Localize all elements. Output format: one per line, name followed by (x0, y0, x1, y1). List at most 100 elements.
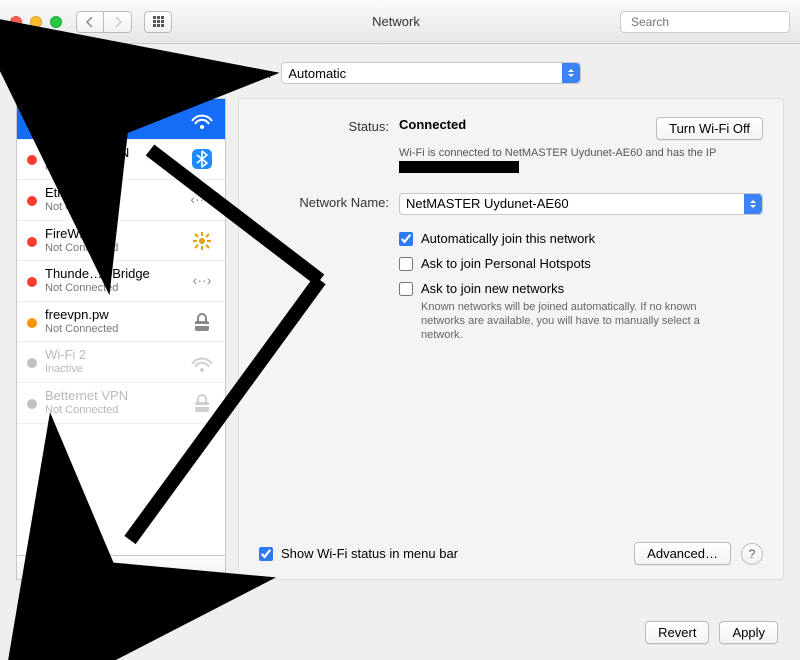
toggle-wifi-button[interactable]: Turn Wi-Fi Off (656, 117, 763, 140)
service-sidebar: Wi-FiConnectedBluetooth PANNot Connected… (16, 98, 226, 580)
apply-button[interactable]: Apply (719, 621, 778, 644)
revert-button[interactable]: Revert (645, 621, 709, 644)
main-content: Wi-FiConnectedBluetooth PANNot Connected… (0, 98, 800, 580)
status-dot (27, 237, 37, 247)
show-menubar-label: Show Wi-Fi status in menu bar (281, 546, 458, 561)
service-name: Bluetooth PAN (45, 146, 179, 161)
ethernet-icon: ‹···› (187, 187, 217, 213)
service-text: Thunde…lt BridgeNot Connected (45, 267, 179, 295)
status-dot (27, 318, 37, 328)
window-title: Network (180, 14, 612, 29)
location-row: Location: Automatic (0, 44, 800, 98)
window-controls (10, 16, 62, 28)
gear-icon (84, 562, 100, 574)
service-name: Betternet VPN (45, 389, 179, 404)
svg-text:‹··›: ‹··› (193, 272, 212, 288)
status-dot (27, 358, 37, 368)
redacted-ip (399, 161, 519, 173)
service-name: Ethernet (45, 186, 179, 201)
forward-button[interactable] (104, 11, 132, 33)
detail-footer: Show Wi-Fi status in menu bar Advanced… … (259, 542, 763, 565)
service-status: Not Connected (45, 323, 179, 336)
service-row-wi-fi[interactable]: Wi-FiConnected (17, 99, 225, 140)
ask-hotspot-checkbox[interactable] (399, 257, 413, 271)
titlebar: Network (0, 0, 800, 44)
service-row-wi-fi-2[interactable]: Wi-Fi 2Inactive (17, 342, 225, 383)
network-name-value: NetMASTER Uydunet-AE60 (406, 196, 569, 211)
service-text: Wi-FiConnected (45, 105, 179, 133)
detail-panel: Status: Connected Turn Wi-Fi Off Wi-Fi i… (238, 98, 784, 580)
service-row-freevpn-pw[interactable]: freevpn.pwNot Connected (17, 302, 225, 343)
service-row-betternet-vpn[interactable]: Betternet VPNNot Connected (17, 383, 225, 424)
ask-new-checkbox[interactable] (399, 282, 413, 296)
service-status: Not Connected (45, 201, 179, 214)
window-actions: Revert Apply (645, 621, 778, 644)
chevron-updown-icon (562, 63, 580, 83)
svg-text:‹···›: ‹···› (190, 191, 214, 207)
status-value: Connected (399, 117, 466, 132)
chevron-updown-icon (744, 194, 762, 214)
service-row-thunde-lt-bridge[interactable]: Thunde…lt BridgeNot Connected ‹··› (17, 261, 225, 302)
status-dot (27, 196, 37, 206)
grid-icon (153, 16, 164, 27)
service-text: EthernetNot Connected (45, 186, 179, 214)
vpn-icon (187, 309, 217, 335)
back-button[interactable] (76, 11, 104, 33)
status-description: Wi-Fi is connected to NetMASTER Uydunet-… (399, 146, 763, 175)
network-name-select[interactable]: NetMASTER Uydunet-AE60 (399, 193, 763, 215)
ask-hotspot-label: Ask to join Personal Hotspots (421, 256, 591, 271)
service-row-bluetooth-pan[interactable]: Bluetooth PANNot Connected (17, 140, 225, 181)
service-status: Not Connected (45, 282, 179, 295)
search-input[interactable] (631, 15, 786, 29)
vpn-grey-icon (187, 390, 217, 416)
service-name: Wi-Fi (45, 105, 179, 120)
location-select[interactable]: Automatic (281, 62, 581, 84)
wifi-icon (187, 106, 217, 132)
ask-new-label: Ask to join new networks (421, 281, 564, 296)
zoom-window[interactable] (50, 16, 62, 28)
show-all-button[interactable] (144, 11, 172, 33)
auto-join-label: Automatically join this network (421, 231, 595, 246)
service-text: freevpn.pwNot Connected (45, 308, 179, 336)
show-menubar-checkbox[interactable] (259, 547, 273, 561)
location-value: Automatic (288, 66, 346, 81)
service-name: Wi-Fi 2 (45, 348, 179, 363)
network-name-label: Network Name: (259, 193, 399, 353)
service-status: Inactive (45, 363, 179, 376)
advanced-button[interactable]: Advanced… (634, 542, 731, 565)
service-name: Thunde…lt Bridge (45, 267, 179, 282)
service-name: freevpn.pw (45, 308, 179, 323)
service-status: Connected (45, 120, 179, 133)
service-name: FireWire (45, 227, 179, 242)
status-dot (27, 399, 37, 409)
close-window[interactable] (10, 16, 22, 28)
service-actions-menu[interactable] (77, 556, 107, 579)
help-button[interactable]: ? (741, 543, 763, 565)
status-label: Status: (259, 117, 399, 175)
ask-new-description: Known networks will be joined automatica… (421, 300, 721, 343)
remove-service-button[interactable]: − (47, 556, 77, 579)
service-text: FireWireNot Connected (45, 227, 179, 255)
service-text: Bluetooth PANNot Connected (45, 146, 179, 174)
thunderbolt-icon: ‹··› (187, 268, 217, 294)
location-label: Location: (219, 66, 272, 81)
search-field[interactable] (620, 11, 790, 33)
service-list[interactable]: Wi-FiConnectedBluetooth PANNot Connected… (17, 99, 225, 555)
service-status: Not Connected (45, 161, 179, 174)
status-dot (27, 115, 37, 125)
service-row-firewire[interactable]: FireWireNot Connected (17, 221, 225, 262)
add-service-button[interactable]: + (17, 556, 47, 579)
footer-spacer (107, 556, 225, 579)
minimize-window[interactable] (30, 16, 42, 28)
sidebar-footer: + − (17, 555, 225, 579)
service-row-ethernet[interactable]: EthernetNot Connected ‹···› (17, 180, 225, 221)
service-text: Betternet VPNNot Connected (45, 389, 179, 417)
firewire-icon (187, 228, 217, 254)
service-text: Wi-Fi 2Inactive (45, 348, 179, 376)
status-dot (27, 277, 37, 287)
status-dot (27, 155, 37, 165)
service-status: Not Connected (45, 242, 179, 255)
bluetooth-icon (187, 146, 217, 172)
auto-join-checkbox[interactable] (399, 232, 413, 246)
service-status: Not Connected (45, 404, 179, 417)
